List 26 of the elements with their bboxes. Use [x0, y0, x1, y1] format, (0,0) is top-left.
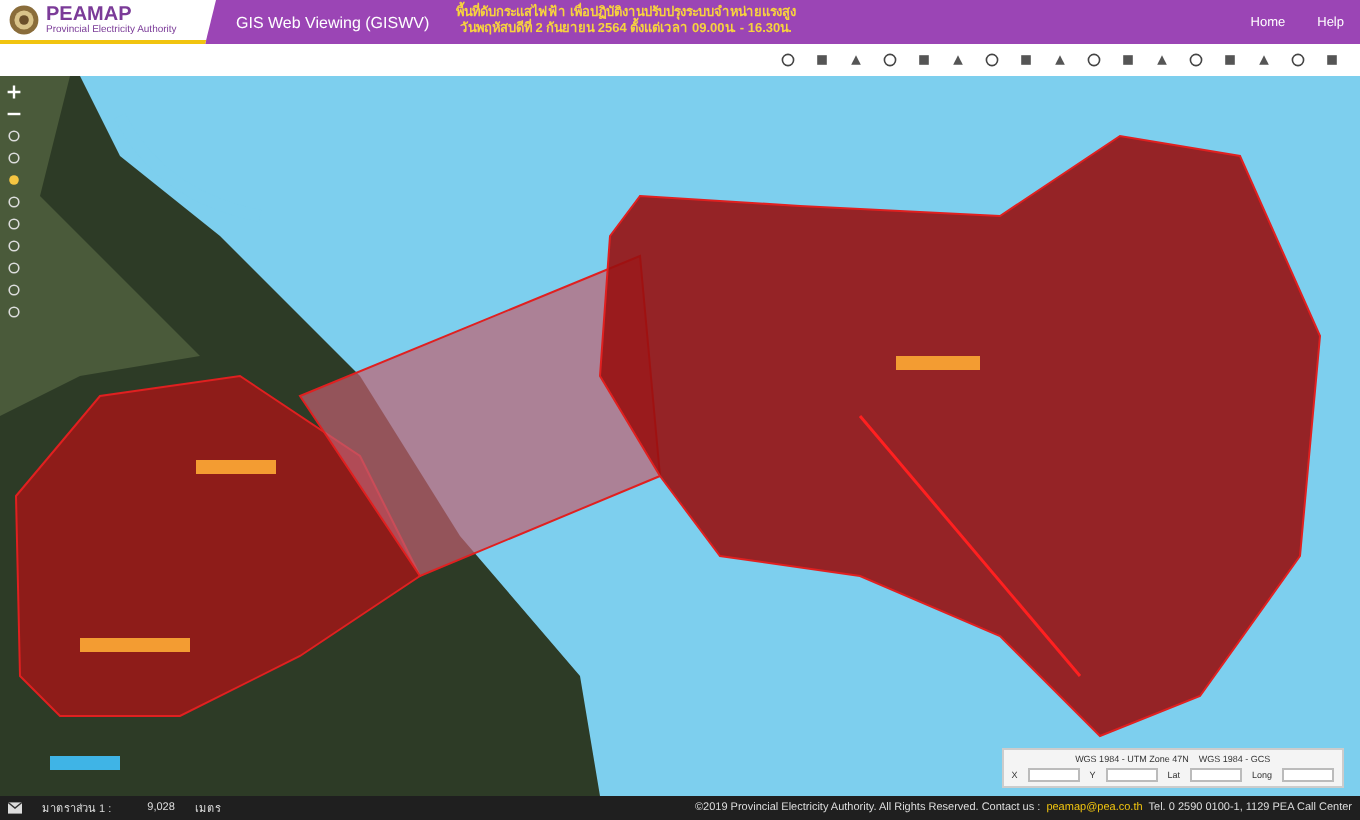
emblem-icon: [8, 4, 40, 36]
toolbar-tool-icon[interactable]: [1154, 52, 1170, 68]
toolbar-tool-icon[interactable]: [1018, 52, 1034, 68]
toolbar-tool-icon[interactable]: [950, 52, 966, 68]
toolbar-tool-icon[interactable]: [882, 52, 898, 68]
toolbar-tool-icon[interactable]: [916, 52, 932, 68]
toolbar-tool-icon[interactable]: [1052, 52, 1068, 68]
toolbar-tool-icon[interactable]: [1290, 52, 1306, 68]
toolbar-tool-icon[interactable]: [1120, 52, 1136, 68]
logo-title: PEAMAP: [46, 5, 134, 25]
toolbar-tool-icon[interactable]: [1086, 52, 1102, 68]
toolbar-tool-icon[interactable]: [984, 52, 1000, 68]
toolbar-tool-icon[interactable]: [1188, 52, 1204, 68]
satellite-map-drawing[interactable]: [0, 76, 1360, 796]
coordinate-field[interactable]: [1282, 768, 1334, 782]
toolbar-tool-icon[interactable]: [1324, 52, 1340, 68]
toolbar-tool-icon[interactable]: [814, 52, 830, 68]
app-title: GIS Web Viewing (GISWV): [236, 13, 432, 31]
coordinate-field[interactable]: [1189, 768, 1242, 782]
toolbar-tool-icon[interactable]: [1256, 52, 1272, 68]
toolbar-tool-icon[interactable]: [1222, 52, 1238, 68]
coordinate-field[interactable]: [1027, 768, 1080, 782]
toolbar-tool-icon[interactable]: [780, 52, 796, 68]
toolbar-tool-icon[interactable]: [848, 52, 864, 68]
mail-icon[interactable]: [8, 802, 22, 814]
coordinate-field[interactable]: [1105, 768, 1158, 782]
